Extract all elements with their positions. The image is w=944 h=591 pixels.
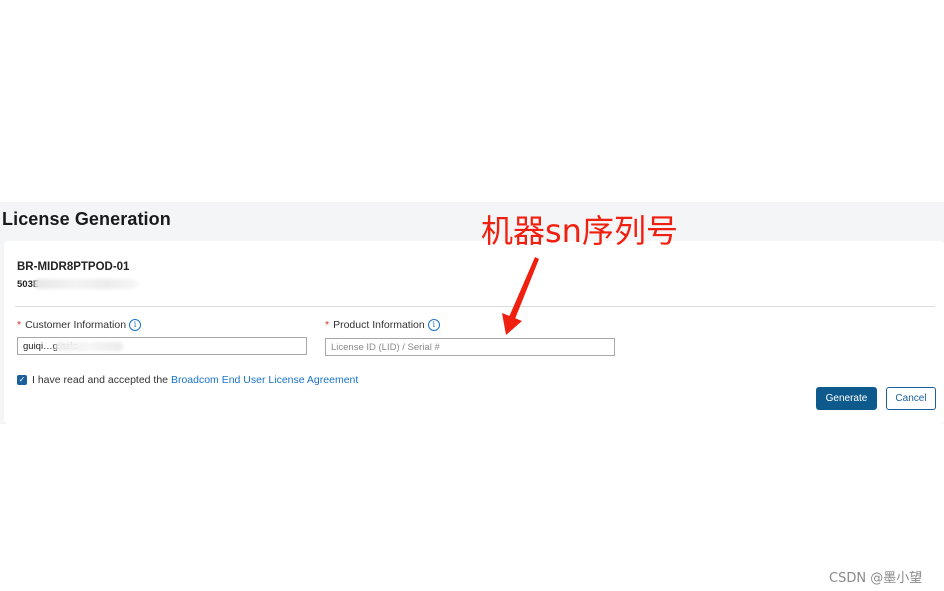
eula-link[interactable]: Broadcom End User License Agreement <box>171 374 358 386</box>
customer-info-label: * Customer Information i <box>17 319 142 331</box>
product-info-input[interactable] <box>325 338 615 356</box>
agreement-prefix: I have read and accepted the <box>32 374 171 386</box>
required-mark: * <box>17 319 22 331</box>
checkmark-icon: ✓ <box>18 375 26 384</box>
divider <box>15 306 935 307</box>
annotation-label: 机器sn序列号 <box>481 212 678 250</box>
license-card <box>4 241 944 424</box>
cancel-button[interactable]: Cancel <box>886 387 936 410</box>
product-info-label-text: Product Information <box>333 319 425 331</box>
info-icon[interactable]: i <box>427 319 440 331</box>
annotation-arrow-icon <box>502 257 539 335</box>
email-redaction <box>55 342 123 351</box>
product-info-label: * Product Information i <box>325 319 440 331</box>
watermark: CSDN @墨小望 <box>829 571 923 586</box>
page-title: License Generation <box>2 209 171 229</box>
device-name: BR-MIDR8PTPOD-01 <box>17 261 130 273</box>
info-icon[interactable]: i <box>129 319 142 331</box>
generate-button[interactable]: Generate <box>816 387 877 410</box>
required-mark: * <box>325 319 330 331</box>
agreement-checkbox[interactable]: ✓ <box>17 375 27 385</box>
serial-redaction <box>34 279 138 289</box>
customer-info-label-text: Customer Information <box>25 319 127 331</box>
agreement-text: I have read and accepted the Broadcom En… <box>32 374 358 386</box>
